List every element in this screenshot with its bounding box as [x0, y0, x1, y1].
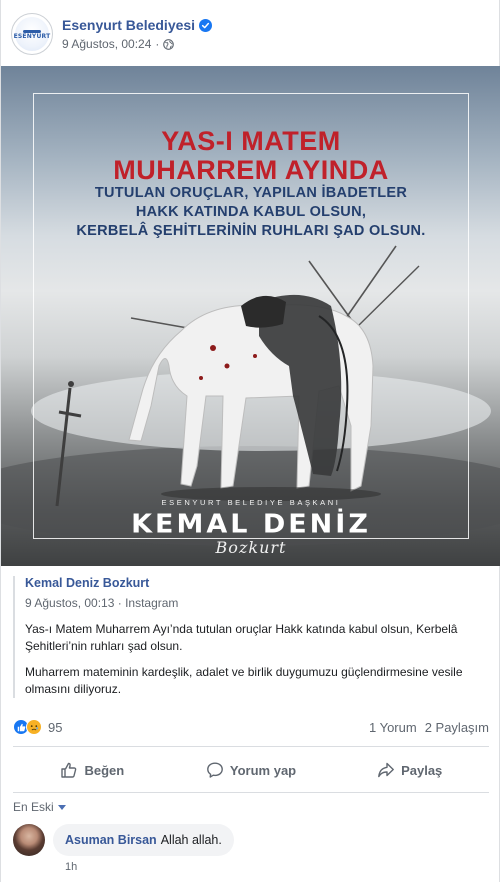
comment-label: Yorum yap: [229, 762, 297, 778]
verified-badge-icon: [199, 18, 213, 32]
image-title-line1: YAS-I MATEM: [161, 126, 341, 156]
image-subtitle-line2: HAKK KATINDA KABUL OLSUN,: [135, 204, 367, 220]
comment-text: Allah allah.: [160, 833, 222, 847]
reactions[interactable]: 95: [13, 719, 62, 735]
shared-paragraph-2: Muharrem mateminin kardeşlik, adalet ve …: [25, 665, 463, 696]
reaction-count: 95: [48, 719, 63, 735]
page-name-row: Esenyurt Belediyesi: [62, 17, 213, 33]
share-button[interactable]: Paylaş: [330, 752, 489, 788]
like-button[interactable]: Beğen: [13, 752, 172, 788]
like-label: Beğen: [84, 762, 125, 778]
image-title-line2: MUHARREM AYINDA: [113, 155, 389, 185]
thumbs-up-icon: [61, 762, 77, 778]
globe-icon[interactable]: [163, 38, 175, 50]
sad-reaction-icon: [26, 719, 42, 735]
comment-item: Asuman Birsan Allah allah. 1h: [13, 824, 489, 873]
post-image[interactable]: YAS-I MATEM MUHARREM AYINDA TUTULAN ORUÇ…: [1, 66, 500, 566]
commenter-avatar[interactable]: [13, 824, 45, 856]
comment-sort-dropdown[interactable]: En Eski: [13, 800, 66, 814]
signature-label: ESENYURT BELEDIYE BAŞKANI: [161, 498, 341, 507]
share-arrow-icon: [378, 762, 394, 778]
logo-text: ESENYURT: [13, 32, 51, 40]
header-text: Esenyurt Belediyesi 9 Ağustos, 00:24 ·: [62, 17, 213, 51]
share-count[interactable]: 2 Paylaşım: [425, 720, 489, 735]
post-timestamp[interactable]: 9 Ağustos, 00:24: [62, 37, 151, 51]
post-meta: 9 Ağustos, 00:24 ·: [62, 37, 212, 51]
comment-body: Asuman Birsan Allah allah. 1h: [53, 824, 234, 873]
image-subtitle-line3: KERBELÂ ŞEHİTLERİNİN RUHLARI ŞAD OLSUN.: [76, 223, 426, 239]
caret-down-icon: [57, 804, 66, 810]
signature-script: Bozkurt: [215, 538, 287, 557]
comment-author[interactable]: Asuman Birsan: [65, 833, 157, 847]
signature-name: KEMAL DENİZ: [131, 509, 371, 540]
divider: [13, 792, 489, 793]
comment-bubble-icon: [206, 762, 223, 778]
comment-count[interactable]: 1 Yorum: [369, 720, 417, 735]
meta-separator: ·: [155, 37, 160, 51]
comment-time[interactable]: 1h: [65, 861, 234, 873]
post-header: ESENYURT Esenyurt Belediyesi 9 Ağustos, …: [11, 12, 491, 56]
comment-sort-label: En Eski: [13, 800, 54, 814]
engagement-counts: 95 1 Yorum 2 Paylaşım: [13, 716, 489, 738]
page-name[interactable]: Esenyurt Belediyesi: [62, 17, 195, 33]
counts-right: 1 Yorum 2 Paylaşım: [369, 720, 489, 735]
divider: [13, 746, 489, 747]
post-card: ESENYURT Esenyurt Belediyesi 9 Ağustos, …: [0, 0, 500, 882]
image-subtitle-line1: TUTULAN ORUÇLAR, YAPILAN İBADETLER: [94, 185, 408, 201]
shared-post[interactable]: Kemal Deniz Bozkurt 9 Ağustos, 00:13 · I…: [13, 576, 489, 698]
shared-meta: 9 Ağustos, 00:13 · Instagram: [25, 596, 179, 610]
page-logo: ESENYURT: [13, 17, 51, 51]
share-label: Paylaş: [401, 762, 443, 778]
comment-button[interactable]: Yorum yap: [172, 752, 331, 788]
page-avatar[interactable]: ESENYURT: [11, 13, 53, 55]
comment-bubble: Asuman Birsan Allah allah.: [53, 824, 234, 856]
shared-author[interactable]: Kemal Deniz Bozkurt: [25, 576, 489, 590]
post-actions: Beğen Yorum yap Paylaş: [13, 752, 489, 788]
shared-paragraph-1: Yas-ı Matem Muharrem Ayı’nda tutulan oru…: [25, 622, 458, 653]
